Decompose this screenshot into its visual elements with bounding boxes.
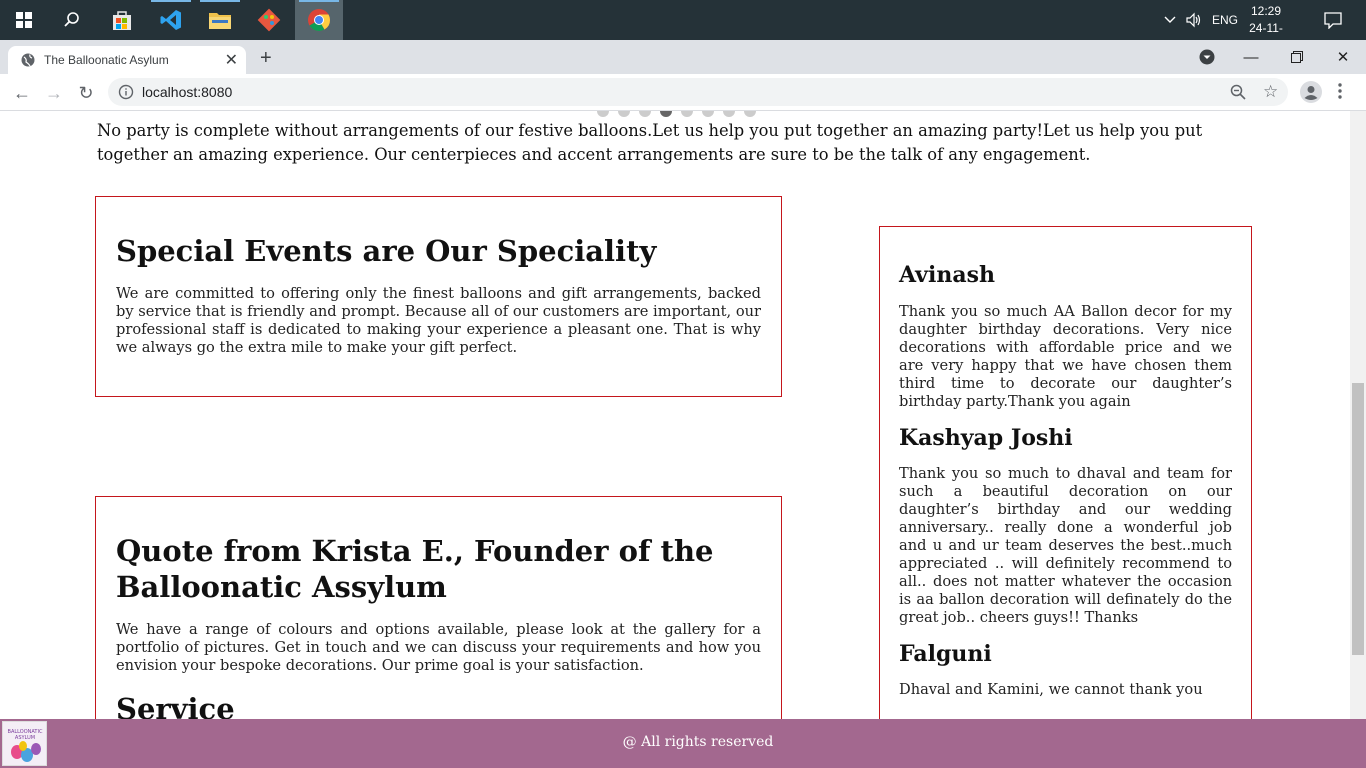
carousel-dot[interactable]	[639, 111, 651, 117]
start-button[interactable]	[0, 0, 48, 40]
scrollbar-thumb[interactable]	[1352, 383, 1364, 655]
chevron-down-circle-icon	[1199, 49, 1215, 65]
input-language-indicator[interactable]: ENG	[1212, 13, 1238, 27]
notification-icon	[1324, 12, 1342, 30]
speaker-icon	[1186, 12, 1201, 28]
carousel-dot[interactable]	[744, 111, 756, 117]
browser-tab-strip: The Balloonatic Asylum ✕ + — ✕	[0, 40, 1366, 74]
reload-button[interactable]: ↻	[72, 79, 100, 107]
testimonial-text: Dhaval and Kamini, we cannot thank you	[899, 681, 1203, 698]
browser-toolbar: ← → ↻ localhost:8080 ☆	[0, 74, 1366, 111]
arrow-right-icon: →	[45, 82, 63, 103]
address-bar[interactable]: localhost:8080 ☆	[108, 78, 1288, 106]
service-heading: Service	[116, 692, 235, 719]
running-indicator	[200, 0, 240, 2]
arrow-left-icon: ←	[13, 82, 31, 103]
globe-icon	[21, 53, 35, 72]
testimonial-name: Falguni	[899, 641, 992, 667]
carousel-dot[interactable]	[723, 111, 735, 117]
microsoft-store-button[interactable]	[98, 0, 146, 40]
copyright-text: @ All rights reserved	[622, 734, 774, 750]
url-text: localhost:8080	[142, 84, 233, 100]
carousel-dot[interactable]	[681, 111, 693, 117]
carousel-indicators	[597, 111, 756, 117]
testimonial-name: Avinash	[899, 262, 995, 288]
git-app-button[interactable]	[245, 0, 293, 40]
show-hidden-icons[interactable]	[1164, 12, 1176, 30]
restore-button[interactable]	[1274, 40, 1320, 74]
restore-icon	[1291, 51, 1303, 63]
clock-time: 12:29	[1250, 4, 1282, 18]
founder-quote-card: Quote from Krista E., Founder of the Bal…	[95, 496, 782, 719]
close-icon: ✕	[1336, 49, 1350, 66]
chevron-up-icon	[1164, 16, 1176, 23]
windows-icon	[16, 12, 32, 28]
volume-button[interactable]	[1186, 12, 1202, 33]
new-tab-button[interactable]: +	[260, 47, 272, 70]
tab-search-button[interactable]	[1199, 49, 1215, 70]
file-explorer-button[interactable]	[196, 0, 244, 40]
running-indicator	[151, 0, 191, 2]
zoom-icon[interactable]	[1230, 84, 1246, 105]
special-events-card: Special Events are Our Speciality We are…	[95, 196, 782, 397]
back-button[interactable]: ←	[8, 79, 36, 107]
carousel-dot[interactable]	[597, 111, 609, 117]
chrome-menu-button[interactable]	[1338, 83, 1342, 104]
carousel-dot[interactable]	[618, 111, 630, 117]
bookmark-star-icon[interactable]: ☆	[1263, 82, 1278, 102]
founder-quote-body: We have a range of colours and options a…	[116, 621, 761, 674]
page-viewport: No party is complete without arrangement…	[0, 111, 1350, 719]
vscode-button[interactable]	[147, 0, 195, 40]
folder-icon	[209, 13, 231, 29]
git-icon	[257, 8, 281, 32]
more-vertical-icon	[1338, 83, 1342, 99]
close-window-button[interactable]: ✕	[1320, 40, 1366, 74]
special-events-body: We are committed to offering only the fi…	[116, 285, 761, 356]
search-button[interactable]	[48, 0, 96, 40]
minimize-icon: —	[1243, 48, 1259, 66]
founder-quote-heading: Quote from Krista E., Founder of the Bal…	[116, 534, 714, 604]
page-scrollbar[interactable]	[1350, 111, 1366, 719]
tab-title: The Balloonatic Asylum	[44, 53, 169, 67]
testimonials-card: Avinash Thank you so much AA Ballon deco…	[879, 226, 1252, 719]
running-indicator	[299, 0, 339, 2]
reload-icon: ↻	[78, 82, 94, 103]
testimonial-text: Thank you so much to dhaval and team for…	[899, 465, 1232, 626]
testimonial-name: Kashyap Joshi	[899, 425, 1073, 451]
testimonial-text: Thank you so much AA Ballon decor for my…	[899, 303, 1232, 410]
notification-button[interactable]	[1324, 11, 1342, 34]
browser-tab[interactable]: The Balloonatic Asylum ✕	[8, 46, 246, 74]
info-icon[interactable]	[118, 84, 134, 105]
special-events-heading: Special Events are Our Speciality	[116, 234, 657, 268]
store-icon	[113, 11, 131, 30]
minimize-button[interactable]: —	[1228, 40, 1274, 74]
intro-paragraph: No party is complete without arrangement…	[97, 121, 1203, 164]
vscode-icon	[160, 10, 181, 30]
carousel-dot-active[interactable]	[660, 111, 672, 117]
site-footer: BALLOONATIC ASYLUM @ All rights reserved	[0, 719, 1366, 768]
windows-taskbar: ENG 12:29 24-11-2021	[0, 0, 1366, 52]
profile-avatar[interactable]	[1300, 81, 1322, 108]
search-icon	[64, 12, 79, 27]
chrome-icon	[308, 9, 330, 31]
account-icon	[1300, 81, 1322, 103]
forward-button[interactable]: →	[40, 79, 68, 107]
chrome-taskbar-button[interactable]	[295, 0, 343, 40]
carousel-dot[interactable]	[702, 111, 714, 117]
close-tab-icon[interactable]: ✕	[225, 50, 238, 70]
